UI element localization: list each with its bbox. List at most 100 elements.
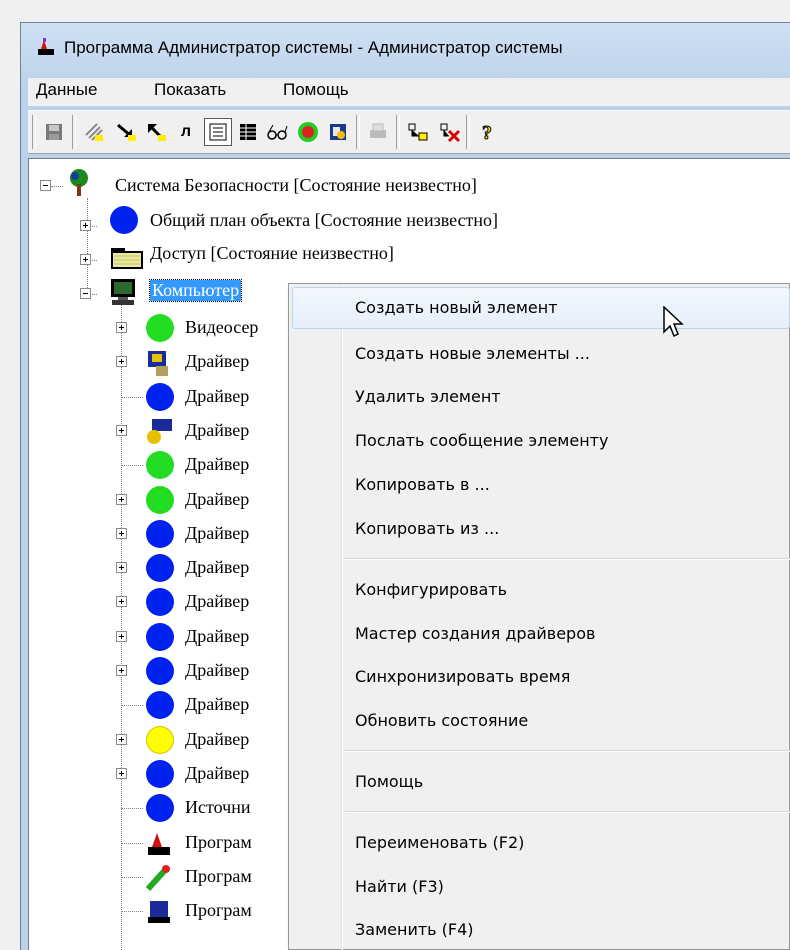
- tree-node-child[interactable]: Драйвер: [185, 694, 249, 715]
- toolbar-separator: [466, 115, 470, 149]
- book-icon[interactable]: [324, 118, 352, 146]
- tree-node-child[interactable]: Драйвер: [185, 420, 249, 441]
- menu-separator: [345, 811, 790, 813]
- tree-node-child[interactable]: Програм: [185, 832, 252, 853]
- arrow-down-right-icon[interactable]: [112, 118, 140, 146]
- tree-line: [121, 843, 143, 844]
- tree-node-child[interactable]: Драйвер: [185, 729, 249, 750]
- menu-item-create-elements[interactable]: Создать новые элементы ...: [355, 344, 590, 363]
- green-circle-icon: [146, 486, 174, 514]
- menu-item-send-message[interactable]: Послать сообщение элементу: [355, 431, 608, 450]
- toolbar-separator: [356, 115, 360, 149]
- blue-circle-icon: [146, 588, 174, 616]
- print-icon[interactable]: [364, 118, 392, 146]
- collapse-toggle[interactable]: [80, 288, 91, 299]
- menu-item-rename[interactable]: Переименовать (F2): [355, 833, 524, 852]
- save-icon[interactable]: [40, 118, 68, 146]
- folder-icon: [111, 248, 143, 269]
- properties-icon[interactable]: [204, 118, 232, 146]
- expand-toggle[interactable]: [116, 734, 127, 745]
- connect-icon[interactable]: [404, 118, 432, 146]
- tree-line: [121, 877, 143, 878]
- monitor-app-icon: [148, 901, 170, 923]
- arrow-up-left-icon[interactable]: [142, 118, 170, 146]
- green-circle-icon: [146, 314, 174, 342]
- tree-node-child[interactable]: Источни: [185, 797, 250, 818]
- blue-circle-icon: [146, 554, 174, 582]
- menu-item-delete-element[interactable]: Удалить элемент: [355, 387, 501, 406]
- tree-node-child[interactable]: Драйвер: [185, 763, 249, 784]
- expand-toggle[interactable]: [80, 220, 91, 231]
- tree-node-child[interactable]: Драйвер: [185, 626, 249, 647]
- l-tool-icon[interactable]: л: [172, 118, 200, 146]
- context-menu-gutter: [341, 284, 343, 950]
- menu-item-driver-wizard[interactable]: Мастер создания драйверов: [355, 624, 595, 643]
- driver2-icon: [147, 419, 172, 444]
- tree-node-child[interactable]: Драйвер: [185, 591, 249, 612]
- tree-root-label[interactable]: Система Безопасности [Состояние неизвест…: [115, 175, 477, 196]
- tree-node-child[interactable]: Драйвер: [185, 489, 249, 510]
- tree-node-child[interactable]: Драйвер: [185, 386, 249, 407]
- tree-line: [121, 705, 143, 706]
- expand-toggle[interactable]: [116, 356, 127, 367]
- tree-node-child[interactable]: Драйвер: [185, 523, 249, 544]
- tree-node-child[interactable]: Драйвер: [185, 557, 249, 578]
- menu-item-refresh-state[interactable]: Обновить состояние: [355, 711, 528, 730]
- expand-toggle[interactable]: [116, 425, 127, 436]
- blue-circle-icon: [146, 657, 174, 685]
- menu-item-copy-from[interactable]: Копировать из ...: [355, 519, 499, 538]
- grid-icon[interactable]: [80, 118, 108, 146]
- help-icon[interactable]: ?: [474, 118, 502, 146]
- expand-toggle[interactable]: [80, 254, 91, 265]
- blue-circle-icon: [146, 520, 174, 548]
- expand-toggle[interactable]: [116, 665, 127, 676]
- expand-toggle[interactable]: [116, 494, 127, 505]
- disconnect-icon[interactable]: [436, 118, 464, 146]
- tree-node-child[interactable]: Драйвер: [185, 660, 249, 681]
- green-circle-icon: [146, 451, 174, 479]
- menu-item-find[interactable]: Найти (F3): [355, 877, 444, 896]
- tree-node-child[interactable]: Драйвер: [185, 454, 249, 475]
- expand-toggle[interactable]: [116, 528, 127, 539]
- tree-node-child[interactable]: Видеосер: [185, 317, 258, 338]
- app-icon: [38, 38, 54, 55]
- menu-help[interactable]: Помощь: [283, 80, 349, 100]
- tree-node-plan[interactable]: Общий план объекта [Состояние неизвестно…: [150, 210, 498, 231]
- admin-app-icon: [148, 833, 170, 855]
- glasses-icon[interactable]: [264, 118, 292, 146]
- menu-item-configure[interactable]: Конфигурировать: [355, 580, 507, 599]
- table-icon[interactable]: [234, 118, 262, 146]
- tree-root-icon: [70, 169, 88, 196]
- expand-toggle[interactable]: [116, 768, 127, 779]
- blue-circle-icon: [146, 760, 174, 788]
- menu-item-copy-to[interactable]: Копировать в ...: [355, 475, 490, 494]
- expand-toggle[interactable]: [116, 562, 127, 573]
- blue-circle-icon: [146, 383, 174, 411]
- computer-icon: [111, 279, 135, 305]
- collapse-root-toggle[interactable]: [40, 180, 51, 191]
- pen-app-icon: [145, 865, 170, 892]
- menu-data[interactable]: Данные: [36, 80, 97, 100]
- menu-item-help[interactable]: Помощь: [355, 772, 423, 791]
- tree-node-child[interactable]: Драйвер: [185, 351, 249, 372]
- tree-line: [121, 911, 143, 912]
- menu-item-sync-time[interactable]: Синхронизировать время: [355, 667, 570, 686]
- tree-node-child[interactable]: Програм: [185, 866, 252, 887]
- window-title: Программа Администратор системы - Админи…: [64, 38, 563, 57]
- expand-toggle[interactable]: [116, 322, 127, 333]
- tree-node-computer[interactable]: Компьютер: [148, 279, 243, 302]
- menu-separator: [345, 750, 790, 752]
- tree-line: [51, 186, 63, 187]
- menu-item-create-element[interactable]: Создать новый элемент: [355, 298, 558, 317]
- menu-show[interactable]: Показать: [154, 80, 226, 100]
- tree-line: [121, 465, 143, 466]
- expand-toggle[interactable]: [116, 596, 127, 607]
- tree-node-child[interactable]: Програм: [185, 900, 252, 921]
- tree-node-access[interactable]: Доступ [Состояние неизвестно]: [150, 243, 394, 264]
- mouse-cursor-icon: [663, 306, 684, 338]
- tree-line: [121, 397, 143, 398]
- alarm-icon[interactable]: [294, 118, 322, 146]
- menu-item-replace[interactable]: Заменить (F4): [355, 920, 474, 939]
- expand-toggle[interactable]: [116, 631, 127, 642]
- blue-circle-icon: [146, 691, 174, 719]
